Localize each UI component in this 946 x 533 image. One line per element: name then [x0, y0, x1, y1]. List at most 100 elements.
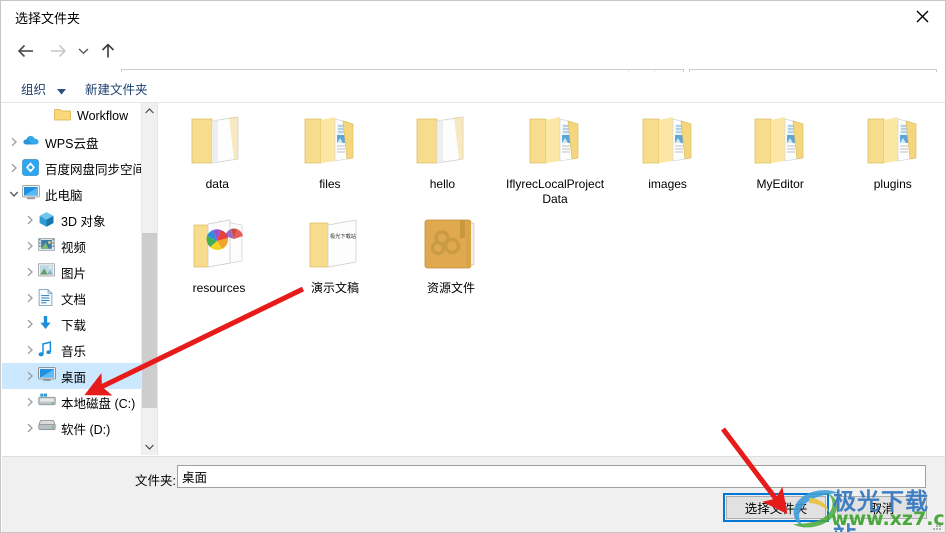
- sidebar-item-label: 百度网盘同步空间: [45, 162, 142, 177]
- sidebar-item-label: 此电脑: [45, 188, 83, 203]
- navigation-tree[interactable]: Workflow WPS云盘百度网盘同步空间 此电脑 3D 对象视频图片 文档下载音乐桌…: [2, 103, 158, 455]
- folder-doc-icon: 极光下载站: [309, 219, 357, 268]
- command-bar: 组织 新建文件夹 ?: [1, 72, 945, 168]
- chevron-up-icon: [145, 108, 154, 114]
- desktop-icon: [38, 367, 56, 385]
- select-folder-dialog: 选择文件夹 组织 新建文件夹 Workflow WPS云盘 百度网盘同步空间 此…: [0, 0, 946, 533]
- file-icon: [295, 111, 365, 173]
- file-label: images: [648, 177, 687, 191]
- cloud-icon: [22, 133, 40, 151]
- sidebar-item-9[interactable]: 音乐: [2, 337, 142, 363]
- tree-chevron-collapsed-icon[interactable]: [6, 155, 22, 181]
- baidu-netdisk-icon: [22, 159, 40, 177]
- file-label: MyEditor: [756, 177, 804, 191]
- up-button[interactable]: [93, 36, 123, 66]
- resize-grip-icon[interactable]: [932, 520, 942, 530]
- file-label: 演示文稿: [310, 281, 359, 295]
- downloads-icon: [38, 315, 56, 333]
- 3d-objects-icon: [38, 211, 56, 229]
- tree-chevron-placeholder: [38, 103, 54, 129]
- folder-open-doc-icon: [417, 116, 464, 164]
- cancel-button[interactable]: 取消: [837, 496, 927, 519]
- tree-chevron-collapsed-icon[interactable]: [22, 389, 38, 415]
- folder-media-icon: [867, 117, 917, 164]
- folder-media-icon: [754, 117, 804, 164]
- folder-name-input[interactable]: 桌面: [177, 465, 926, 488]
- file-label: 资源文件: [426, 281, 475, 295]
- file-icon: [520, 111, 590, 173]
- sidebar-item-label: WPS云盘: [45, 136, 99, 151]
- back-button[interactable]: [11, 36, 41, 66]
- tree-chevron-collapsed-icon[interactable]: [22, 207, 38, 233]
- file-item[interactable]: data: [164, 111, 271, 207]
- sidebar-item-12[interactable]: 软件 (D:): [2, 415, 142, 441]
- svg-text:极光下载站: 极光下载站: [330, 232, 356, 240]
- tree-chevron-collapsed-icon[interactable]: [22, 311, 38, 337]
- tree-list: Workflow WPS云盘百度网盘同步空间 此电脑 3D 对象视频图片 文档下载音乐桌…: [2, 103, 142, 441]
- sidebar-item-0[interactable]: Workflow: [2, 103, 142, 129]
- file-item[interactable]: files: [277, 111, 384, 207]
- videos-icon: [38, 237, 56, 255]
- file-row-0: data files hello IflyrecLocalProjectData ima…: [158, 103, 945, 207]
- sidebar-item-4[interactable]: 3D 对象: [2, 207, 142, 233]
- tree-chevron-collapsed-icon[interactable]: [22, 363, 38, 389]
- file-item[interactable]: MyEditor: [727, 111, 834, 207]
- sidebar-item-6[interactable]: 图片: [2, 259, 142, 285]
- sidebar-scrollbar[interactable]: [141, 103, 157, 455]
- file-item[interactable]: IflyrecLocalProjectData: [502, 111, 609, 207]
- music-icon: [38, 341, 56, 359]
- sidebar-item-label: 视频: [61, 240, 87, 255]
- tree-chevron-collapsed-icon[interactable]: [22, 233, 38, 259]
- file-item[interactable]: hello: [389, 111, 496, 207]
- file-icon: 极光下载站: [300, 215, 370, 277]
- sidebar-item-label: 本地磁盘 (C:): [61, 396, 136, 411]
- sidebar-item-3[interactable]: 此电脑: [2, 181, 142, 207]
- tree-chevron-collapsed-icon[interactable]: [22, 415, 38, 441]
- new-folder-button[interactable]: 新建文件夹: [85, 79, 148, 98]
- sidebar-item-label: 下载: [61, 318, 87, 333]
- sidebar-item-11[interactable]: 本地磁盘 (C:): [2, 389, 142, 415]
- file-item[interactable]: resources: [164, 215, 274, 296]
- file-label: resources: [192, 281, 246, 295]
- organize-button[interactable]: 组织: [21, 79, 46, 98]
- tree-chevron-collapsed-icon[interactable]: [22, 259, 38, 285]
- tree-chevron-collapsed-icon[interactable]: [22, 337, 38, 363]
- system-drive-icon: [38, 393, 56, 411]
- file-list-pane[interactable]: data files hello IflyrecLocalProjectData ima…: [158, 103, 945, 455]
- organize-caret-icon[interactable]: [57, 84, 66, 98]
- sidebar-item-2[interactable]: 百度网盘同步空间: [2, 155, 142, 181]
- file-label: hello: [429, 177, 456, 191]
- recent-locations-button[interactable]: [73, 36, 93, 66]
- sidebar-item-7[interactable]: 文档: [2, 285, 142, 311]
- file-icon: [633, 111, 703, 173]
- drive-icon: [38, 419, 56, 437]
- file-label: IflyrecLocalProjectData: [505, 177, 605, 206]
- file-icon: [745, 111, 815, 173]
- sidebar-item-label: Workflow: [77, 109, 129, 123]
- sidebar-item-10[interactable]: 桌面: [2, 363, 142, 389]
- close-icon: [916, 10, 928, 22]
- tree-chevron-collapsed-icon[interactable]: [6, 129, 22, 155]
- file-icon: [416, 215, 486, 277]
- sidebar-item-label: 音乐: [61, 344, 87, 359]
- file-label: plugins: [873, 177, 912, 191]
- scroll-down-button[interactable]: [142, 439, 157, 455]
- scrollbar-thumb[interactable]: [142, 233, 157, 408]
- computer-icon: [22, 185, 40, 203]
- sidebar-item-5[interactable]: 视频: [2, 233, 142, 259]
- tree-chevron-collapsed-icon[interactable]: [22, 285, 38, 311]
- file-icon: [407, 111, 477, 173]
- close-button[interactable]: [899, 1, 945, 31]
- forward-button[interactable]: [43, 36, 73, 66]
- file-item[interactable]: 极光下载站演示文稿: [280, 215, 390, 296]
- scroll-up-button[interactable]: [142, 103, 157, 119]
- file-icon: [182, 111, 252, 173]
- file-item[interactable]: images: [614, 111, 721, 207]
- sidebar-item-label: 桌面: [61, 370, 87, 385]
- sidebar-item-label: 3D 对象: [61, 214, 106, 229]
- file-item[interactable]: 资源文件: [396, 215, 506, 296]
- sidebar-item-8[interactable]: 下载: [2, 311, 142, 337]
- tree-chevron-expanded-icon[interactable]: [6, 181, 22, 207]
- file-item[interactable]: plugins: [839, 111, 945, 207]
- sidebar-item-1[interactable]: WPS云盘: [2, 129, 142, 155]
